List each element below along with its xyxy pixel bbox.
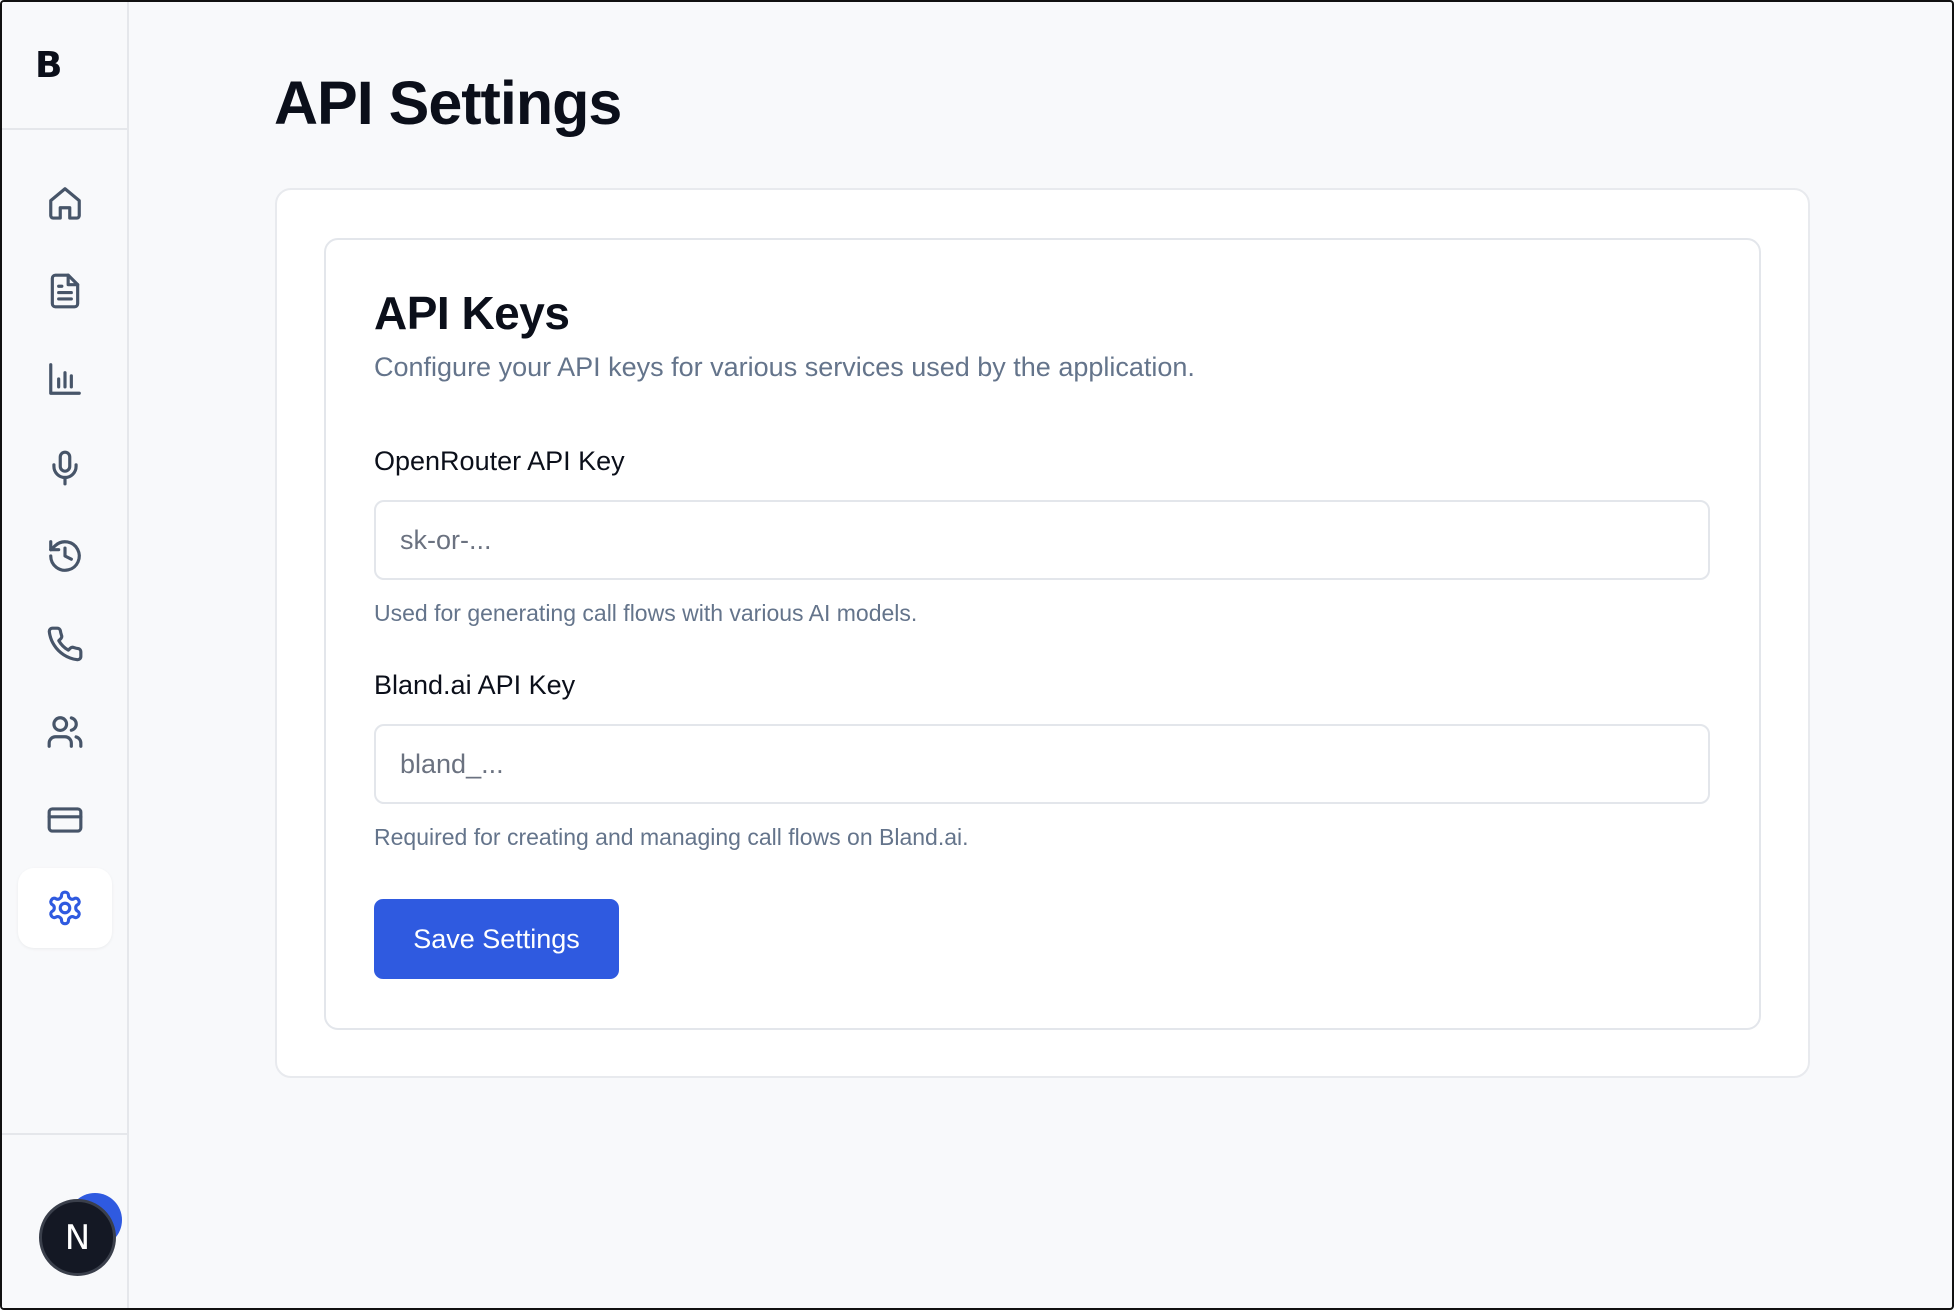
openrouter-key-input[interactable] [374, 500, 1710, 580]
credit-card-icon [47, 807, 83, 833]
sidebar-item-history[interactable] [18, 516, 112, 596]
mic-icon [52, 450, 78, 486]
sidebar-item-contacts[interactable] [18, 692, 112, 772]
bland-key-input[interactable] [374, 724, 1710, 804]
logo-area: B [2, 2, 127, 130]
history-icon [49, 540, 81, 572]
avatar-letter: N [64, 1217, 91, 1258]
home-icon [49, 187, 81, 220]
bland-key-label: Bland.ai API Key [374, 670, 576, 700]
avatar[interactable]: N [39, 1199, 116, 1276]
sidebar-item-documents[interactable] [18, 251, 112, 331]
sidebar-footer: N [2, 1133, 127, 1308]
sidebar-item-analytics[interactable] [18, 339, 112, 419]
gear-icon [49, 890, 81, 926]
sidebar-item-voice[interactable] [18, 428, 112, 508]
file-text-icon [50, 273, 80, 309]
bland-key-hint: Required for creating and managing call … [374, 824, 969, 850]
openrouter-key-label: OpenRouter API Key [374, 446, 625, 476]
sidebar-item-settings[interactable] [18, 868, 112, 948]
bar-chart-icon [49, 363, 81, 395]
app-window: B N API Settings API Keys Configure your… [0, 0, 1954, 1310]
page-title: API Settings [274, 69, 622, 137]
users-icon [47, 716, 83, 748]
openrouter-key-hint: Used for generating call flows with vari… [374, 600, 918, 626]
card-description: Configure your API keys for various serv… [374, 352, 1195, 382]
sidebar-item-billing[interactable] [18, 780, 112, 860]
logo[interactable]: B [35, 45, 62, 86]
card-title: API Keys [374, 287, 570, 339]
phone-icon [47, 626, 83, 662]
sidebar-item-home[interactable] [18, 163, 112, 243]
save-settings-button[interactable]: Save Settings [374, 899, 619, 979]
sidebar: B N [2, 2, 129, 1308]
sidebar-item-calls[interactable] [18, 604, 112, 684]
